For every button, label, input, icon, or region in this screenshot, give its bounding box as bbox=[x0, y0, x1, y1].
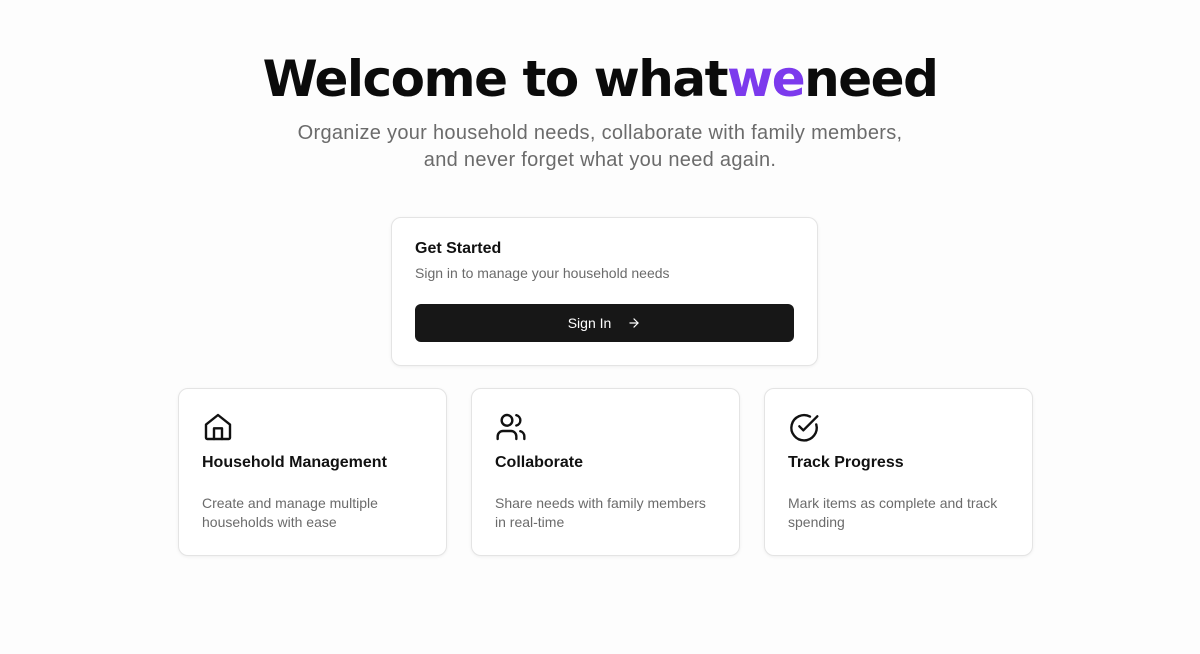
get-started-description: Sign in to manage your household needs bbox=[415, 265, 670, 281]
feature-title: Household Management bbox=[202, 454, 387, 471]
title-suffix: need bbox=[804, 50, 939, 108]
title-accent: we bbox=[727, 50, 806, 108]
users-icon bbox=[496, 413, 526, 441]
feature-card-household: Household Management Create and manage m… bbox=[178, 388, 447, 556]
feature-description: Share needs with family members in real-… bbox=[495, 495, 706, 530]
get-started-title: Get Started bbox=[415, 240, 502, 257]
features-row: Household Management Create and manage m… bbox=[178, 388, 1033, 556]
page-title: Welcome to whatweneed bbox=[0, 48, 1200, 110]
arrow-right-icon bbox=[629, 318, 639, 328]
feature-title: Collaborate bbox=[495, 454, 584, 471]
hero-section: Welcome to whatweneed Organize your hous… bbox=[0, 48, 1200, 174]
house-icon bbox=[204, 413, 232, 441]
sign-in-button[interactable]: Sign In bbox=[415, 304, 794, 342]
feature-title: Track Progress bbox=[788, 454, 904, 471]
sign-in-button-label: Sign In bbox=[567, 315, 612, 331]
feature-card-collaborate: Collaborate Share needs with family memb… bbox=[471, 388, 740, 556]
check-circle-icon bbox=[790, 413, 819, 442]
get-started-card: Get Started Sign in to manage your house… bbox=[391, 217, 818, 366]
title-prefix: Welcome to what bbox=[262, 50, 729, 108]
feature-description: Mark items as complete and track spendin… bbox=[788, 495, 998, 530]
feature-description: Create and manage multiple households wi… bbox=[202, 495, 378, 530]
page-subtitle: Organize your household needs, collabora… bbox=[297, 122, 903, 171]
landing-page: Welcome to whatweneed Organize your hous… bbox=[0, 0, 1200, 654]
feature-card-track-progress: Track Progress Mark items as complete an… bbox=[764, 388, 1033, 556]
